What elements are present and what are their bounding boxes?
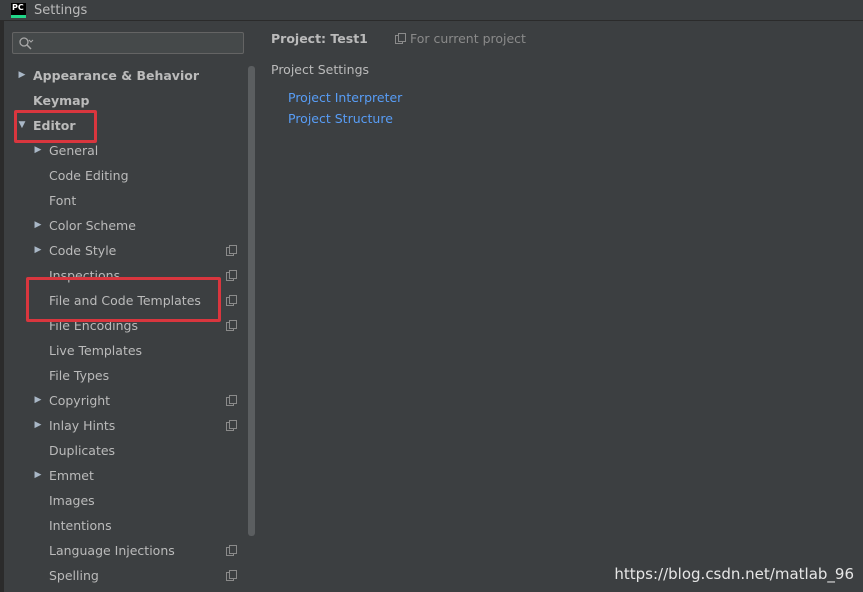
tree-item-file-types[interactable]: File Types [4,363,244,388]
tree-item-duplicates[interactable]: Duplicates [4,438,244,463]
settings-sidebar: ▶ Appearance & Behavior Keymap ▼ Editor ▶ Gene… [4,21,255,592]
tree-item-appearance-and-behavior[interactable]: ▶ Appearance & Behavior [4,63,244,88]
tree-item-font[interactable]: Font [4,188,244,213]
tree-item-label: Language Injections [49,543,175,558]
project-copy-icon [395,33,406,44]
tree-item-language-injections[interactable]: Language Injections [4,538,244,563]
collapsed-arrow-icon[interactable]: ▶ [33,145,43,155]
tree-item-spelling[interactable]: Spelling [4,563,244,588]
project-level-copy-icon [226,395,237,406]
tree-item-label: General [49,143,99,158]
tree-item-label: Intentions [49,518,112,533]
collapsed-arrow-icon[interactable]: ▶ [33,420,43,430]
title-bar: PC Settings [0,0,863,21]
tree-item-label: Code Style [49,243,117,258]
search-icon [19,37,34,50]
tree-item-label: Emmet [49,468,94,483]
highlight-box-editor [14,110,97,143]
project-level-copy-icon [226,245,237,256]
collapsed-arrow-icon[interactable]: ▶ [33,245,43,255]
tree-item-label: Appearance & Behavior [33,68,199,83]
tree-item-live-templates[interactable]: Live Templates [4,338,244,363]
page-title: Project: Test1 [271,31,368,46]
project-level-copy-icon [226,570,237,581]
project-level-copy-icon [226,295,237,306]
highlight-box-file-and-code-templates [26,277,221,322]
sidebar-scrollbar[interactable] [248,66,255,536]
project-level-copy-icon [226,545,237,556]
tree-item-emmet[interactable]: ▶ Emmet [4,463,244,488]
tree-item-images[interactable]: Images [4,488,244,513]
pycharm-logo-icon: PC [11,2,26,18]
tree-item-label: Font [49,193,77,208]
tree-item-label: Color Scheme [49,218,136,233]
tree-item-label: Keymap [33,93,90,108]
project-level-copy-icon [226,320,237,331]
collapsed-arrow-icon[interactable]: ▶ [33,220,43,230]
collapsed-arrow-icon[interactable]: ▶ [17,70,27,80]
project-interpreter-link[interactable]: Project Interpreter [288,90,402,105]
for-current-project-note: For current project [395,31,526,46]
tree-item-label: Images [49,493,95,508]
collapsed-arrow-icon[interactable]: ▶ [33,470,43,480]
project-structure-link[interactable]: Project Structure [288,111,393,126]
tree-item-label: Copyright [49,393,111,408]
collapsed-arrow-icon[interactable]: ▶ [33,395,43,405]
search-input[interactable] [37,34,241,54]
tree-item-label: Code Editing [49,168,129,183]
settings-search-box[interactable] [12,32,244,54]
tree-item-color-scheme[interactable]: ▶ Color Scheme [4,213,244,238]
tree-item-label: Inlay Hints [49,418,116,433]
watermark: https://blog.csdn.net/matlab_96 [614,565,854,583]
tree-item-label: File Types [49,368,110,383]
tree-item-copyright[interactable]: ▶ Copyright [4,388,244,413]
settings-content-pane: Project: Test1 For current project Proje… [255,21,863,592]
for-current-project-label: For current project [410,31,526,46]
section-title: Project Settings [271,62,370,77]
tree-item-label: Spelling [49,568,99,583]
tree-item-label: Live Templates [49,343,143,358]
tree-item-intentions[interactable]: Intentions [4,513,244,538]
project-level-copy-icon [226,420,237,431]
window-title: Settings [34,2,88,18]
tree-item-code-editing[interactable]: Code Editing [4,163,244,188]
tree-item-inlay-hints[interactable]: ▶ Inlay Hints [4,413,244,438]
project-level-copy-icon [226,270,237,281]
tree-item-code-style[interactable]: ▶ Code Style [4,238,244,263]
tree-item-label: Duplicates [49,443,116,458]
